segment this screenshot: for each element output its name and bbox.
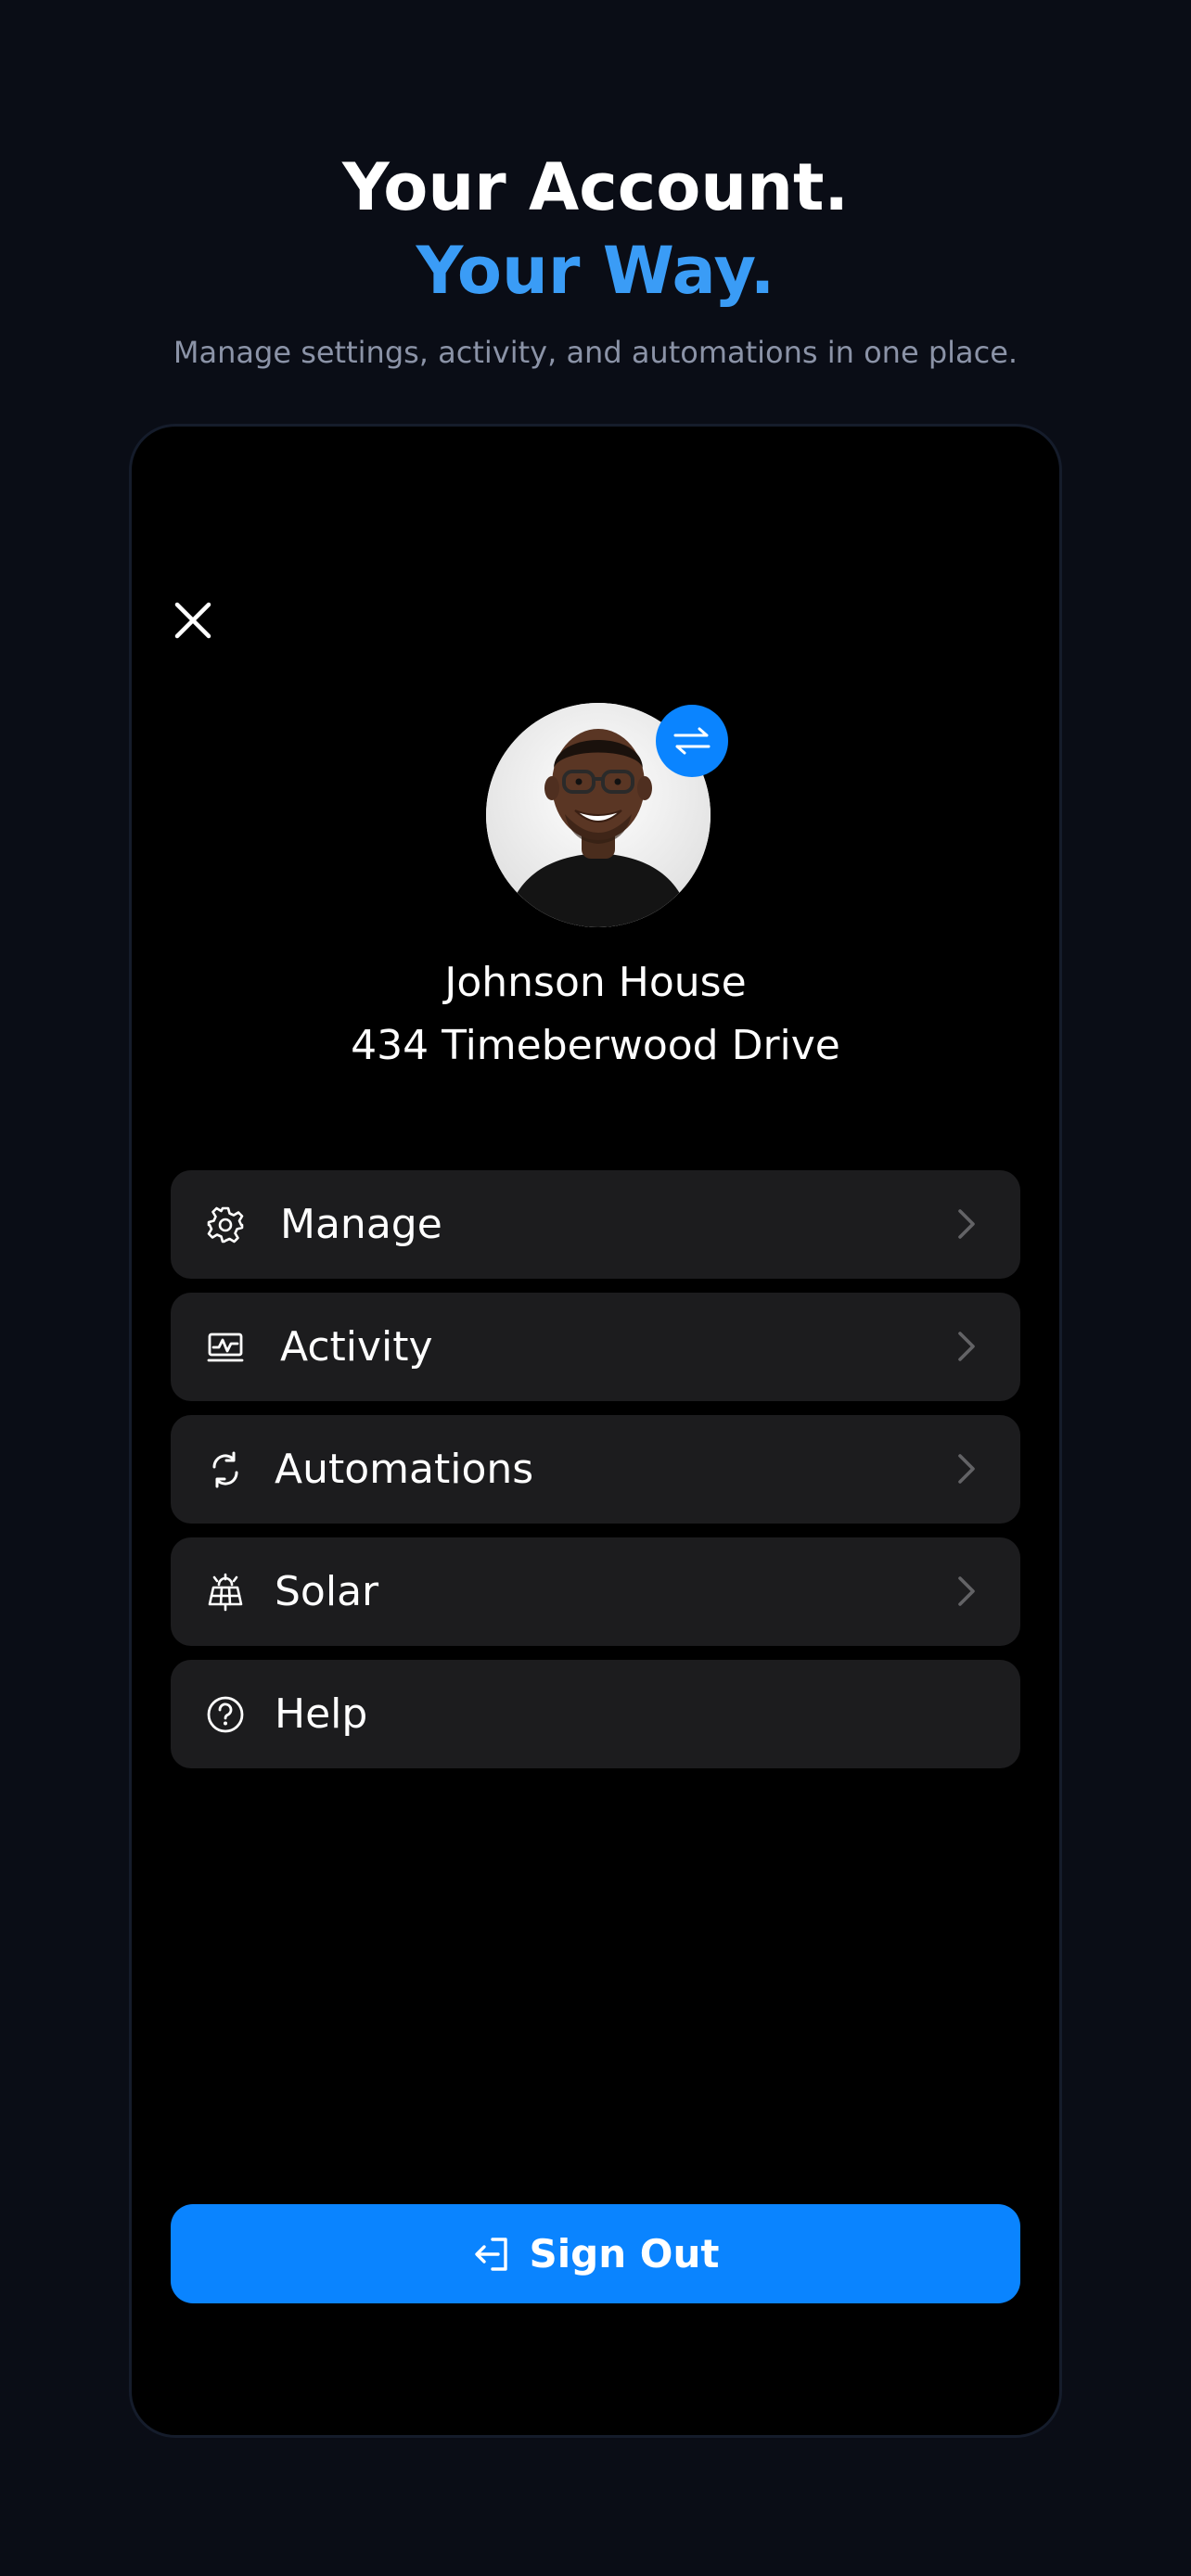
sign-out-icon [474, 2237, 507, 2271]
menu-item-label: Activity [280, 1322, 433, 1371]
menu-item-automations[interactable]: Automations [171, 1415, 1020, 1524]
close-button[interactable] [169, 596, 217, 644]
menu-item-activity[interactable]: Activity [171, 1293, 1020, 1401]
home-address: 434 Timeberwood Drive [351, 1022, 840, 1069]
sign-out-button[interactable]: Sign Out [171, 2204, 1020, 2303]
refresh-cycle-icon [206, 1450, 245, 1489]
solar-panel-icon [206, 1573, 245, 1612]
gear-icon [206, 1205, 245, 1244]
swap-arrows-icon [673, 727, 711, 755]
menu-item-manage[interactable]: Manage [171, 1170, 1020, 1279]
switch-home-button[interactable] [656, 705, 728, 777]
hero-title-accent: Your Way. [416, 233, 775, 309]
menu-item-label: Solar [275, 1567, 379, 1615]
hero-title: Your Account. [341, 149, 850, 225]
close-icon [174, 602, 211, 639]
menu-item-label: Automations [275, 1445, 534, 1493]
chevron-right-icon [958, 1576, 975, 1606]
menu-item-help[interactable]: Help [171, 1660, 1020, 1768]
menu-item-label: Manage [280, 1200, 442, 1248]
sign-out-label: Sign Out [529, 2231, 720, 2276]
chevron-right-icon [958, 1332, 975, 1361]
chevron-right-icon [958, 1209, 975, 1239]
account-menu: Manage Activity Automations Solar Help [171, 1170, 1020, 1782]
home-name: Johnson House [444, 959, 747, 1006]
hero-subtitle: Manage settings, activity, and automatio… [173, 335, 1018, 370]
menu-item-solar[interactable]: Solar [171, 1537, 1020, 1646]
chevron-right-icon [958, 1454, 975, 1484]
question-circle-icon [206, 1695, 245, 1734]
phone-frame: Johnson House 434 Timeberwood Drive Mana… [129, 424, 1062, 2438]
menu-item-label: Help [275, 1690, 368, 1738]
activity-chart-icon [206, 1328, 245, 1367]
